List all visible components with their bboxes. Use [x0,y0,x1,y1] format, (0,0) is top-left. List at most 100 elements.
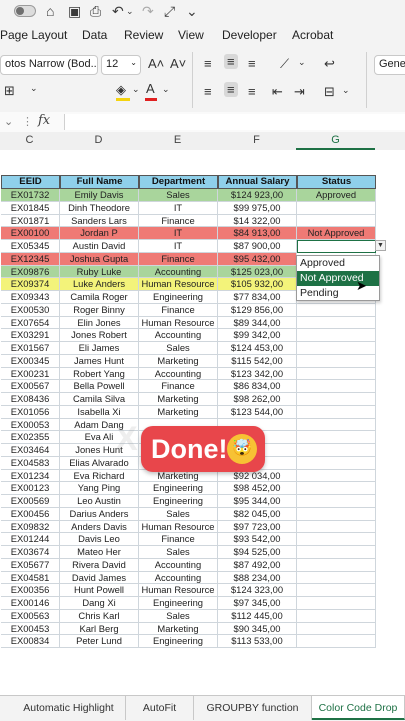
table-cell-annual-salary[interactable]: $124 453,00 [218,342,297,355]
table-cell-department[interactable]: Engineering [139,495,218,508]
sheet-tab-autofit[interactable]: AutoFit [126,696,194,720]
header-eeid[interactable]: EEID [1,174,60,189]
table-cell-full-name[interactable]: Camila Roger [60,291,139,304]
table-cell-department[interactable]: Human Resource [139,278,218,291]
table-cell-annual-salary[interactable]: $112 445,00 [218,609,297,623]
status-cell[interactable] [297,431,376,444]
table-cell-annual-salary[interactable]: $86 834,00 [218,380,297,393]
table-cell-annual-salary[interactable]: $124 323,00 [218,584,297,597]
more-icon[interactable]: ⋮ [22,115,33,128]
dropdown-arrow-icon[interactable]: ▼ [375,240,386,251]
table-cell-eeid[interactable]: EX09876 [1,265,60,279]
table-cell-full-name[interactable]: Hunt Powell [60,584,139,597]
table-cell-department[interactable]: Marketing [139,393,218,406]
status-cell[interactable]: Approved [297,189,376,202]
table-cell-department[interactable]: IT [139,201,218,215]
table-cell-department[interactable]: Sales [139,609,218,623]
chevron-down-icon[interactable]: ⌄ [4,115,13,128]
table-cell-eeid[interactable]: EX00100 [1,227,60,240]
column-header-e[interactable]: E [138,134,217,146]
increase-font-icon[interactable]: A˄ [148,56,164,71]
more-icon[interactable]: ⌄ [186,3,198,19]
table-cell-full-name[interactable]: Eva Richard [60,469,139,483]
font-size-select[interactable]: 12 ⌄ [101,55,141,75]
table-cell-eeid[interactable]: EX00567 [1,380,60,393]
decrease-indent-icon[interactable]: ⇤ [272,84,283,100]
table-cell-eeid[interactable]: EX00345 [1,354,60,368]
table-cell-full-name[interactable]: Camila Silva [60,393,139,406]
table-cell-full-name[interactable]: Elin Jones [60,316,139,330]
table-cell-eeid[interactable]: EX02355 [1,431,60,444]
status-cell[interactable] [297,380,376,393]
table-cell-full-name[interactable]: Davis Leo [60,533,139,546]
table-cell-annual-salary[interactable]: $97 345,00 [218,597,297,610]
table-cell-eeid[interactable]: EX00356 [1,584,60,597]
font-name-select[interactable]: otos Narrow (Bod... [0,55,98,75]
status-cell[interactable] [297,622,376,636]
table-cell-full-name[interactable]: Luke Anders [60,278,139,291]
table-cell-annual-salary[interactable]: $82 045,00 [218,507,297,521]
undo-icon[interactable]: ↶ [112,3,124,19]
table-cell-annual-salary[interactable]: $89 344,00 [218,316,297,330]
table-cell-eeid[interactable]: EX04581 [1,571,60,585]
chevron-down-icon[interactable]: ⌄ [342,85,350,96]
table-cell-eeid[interactable]: EX05345 [1,240,60,253]
table-cell-annual-salary[interactable]: $98 262,00 [218,393,297,406]
fit-icon[interactable]: ⤢ [164,3,175,19]
table-cell-department[interactable]: Finance [139,380,218,393]
status-cell[interactable] [297,354,376,368]
font-color-icon[interactable]: A [146,81,155,96]
table-cell-eeid[interactable]: EX09343 [1,291,60,304]
table-cell-eeid[interactable]: EX04583 [1,456,60,470]
table-cell-department[interactable]: Engineering [139,597,218,610]
align-bottom-icon[interactable]: ≡ [248,56,256,71]
table-cell-annual-salary[interactable]: $95 344,00 [218,495,297,508]
save-icon[interactable]: ▣ [68,3,81,19]
table-cell-eeid[interactable]: EX00456 [1,507,60,521]
table-cell-eeid[interactable]: EX08436 [1,393,60,406]
menu-review[interactable]: Review [124,28,163,42]
table-cell-department[interactable]: Finance [139,252,218,266]
table-cell-department[interactable]: Finance [139,303,218,317]
table-cell-full-name[interactable]: Jones Robert [60,329,139,342]
align-middle-icon[interactable]: ≡ [224,54,238,69]
menu-data[interactable]: Data [82,28,107,42]
print-icon[interactable]: ⎙ [90,3,101,19]
table-cell-eeid[interactable]: EX01845 [1,201,60,215]
table-cell-eeid[interactable]: EX03674 [1,546,60,559]
menu-view[interactable]: View [178,28,204,42]
redo-icon[interactable]: ↷ [142,3,154,19]
table-cell-eeid[interactable]: EX00569 [1,495,60,508]
undo-dropdown-icon[interactable]: ⌄ [126,3,134,19]
table-cell-department[interactable]: Accounting [139,558,218,572]
table-cell-full-name[interactable]: Roger Binny [60,303,139,317]
table-cell-full-name[interactable]: David James [60,571,139,585]
orientation-icon[interactable]: ⟋ [280,56,289,72]
table-cell-eeid[interactable]: EX09374 [1,278,60,291]
table-cell-eeid[interactable]: EX01244 [1,533,60,546]
table-cell-eeid[interactable]: EX00053 [1,418,60,432]
table-cell-full-name[interactable]: Chris Karl [60,609,139,623]
table-cell-full-name[interactable]: Dinh Theodore [60,201,139,215]
table-cell-department[interactable]: Sales [139,546,218,559]
table-cell-eeid[interactable]: EX00123 [1,482,60,495]
header-department[interactable]: Department [139,174,218,189]
table-cell-department[interactable]: IT [139,240,218,253]
menu-acrobat[interactable]: Acrobat [292,28,333,42]
menu-page-layout[interactable]: Page Layout [0,28,67,42]
table-cell-department[interactable]: Human Resource [139,316,218,330]
increase-indent-icon[interactable]: ⇥ [294,84,305,100]
table-cell-full-name[interactable]: Darius Anders [60,507,139,521]
sheet-tab-color-code-drop[interactable]: Color Code Drop [312,696,405,720]
header-full-name[interactable]: Full Name [60,174,139,189]
table-cell-annual-salary[interactable]: $113 533,00 [218,635,297,648]
table-cell-eeid[interactable]: EX00530 [1,303,60,317]
table-cell-full-name[interactable]: Austin David [60,240,139,253]
home-icon[interactable]: ⌂ [46,3,54,19]
menu-developer[interactable]: Developer [222,28,277,42]
status-cell[interactable] [297,444,376,457]
table-cell-annual-salary[interactable]: $125 023,00 [218,265,297,279]
table-cell-full-name[interactable]: Dang Xi [60,597,139,610]
table-cell-full-name[interactable]: Eli James [60,342,139,355]
table-cell-full-name[interactable]: Jordan P [60,227,139,240]
